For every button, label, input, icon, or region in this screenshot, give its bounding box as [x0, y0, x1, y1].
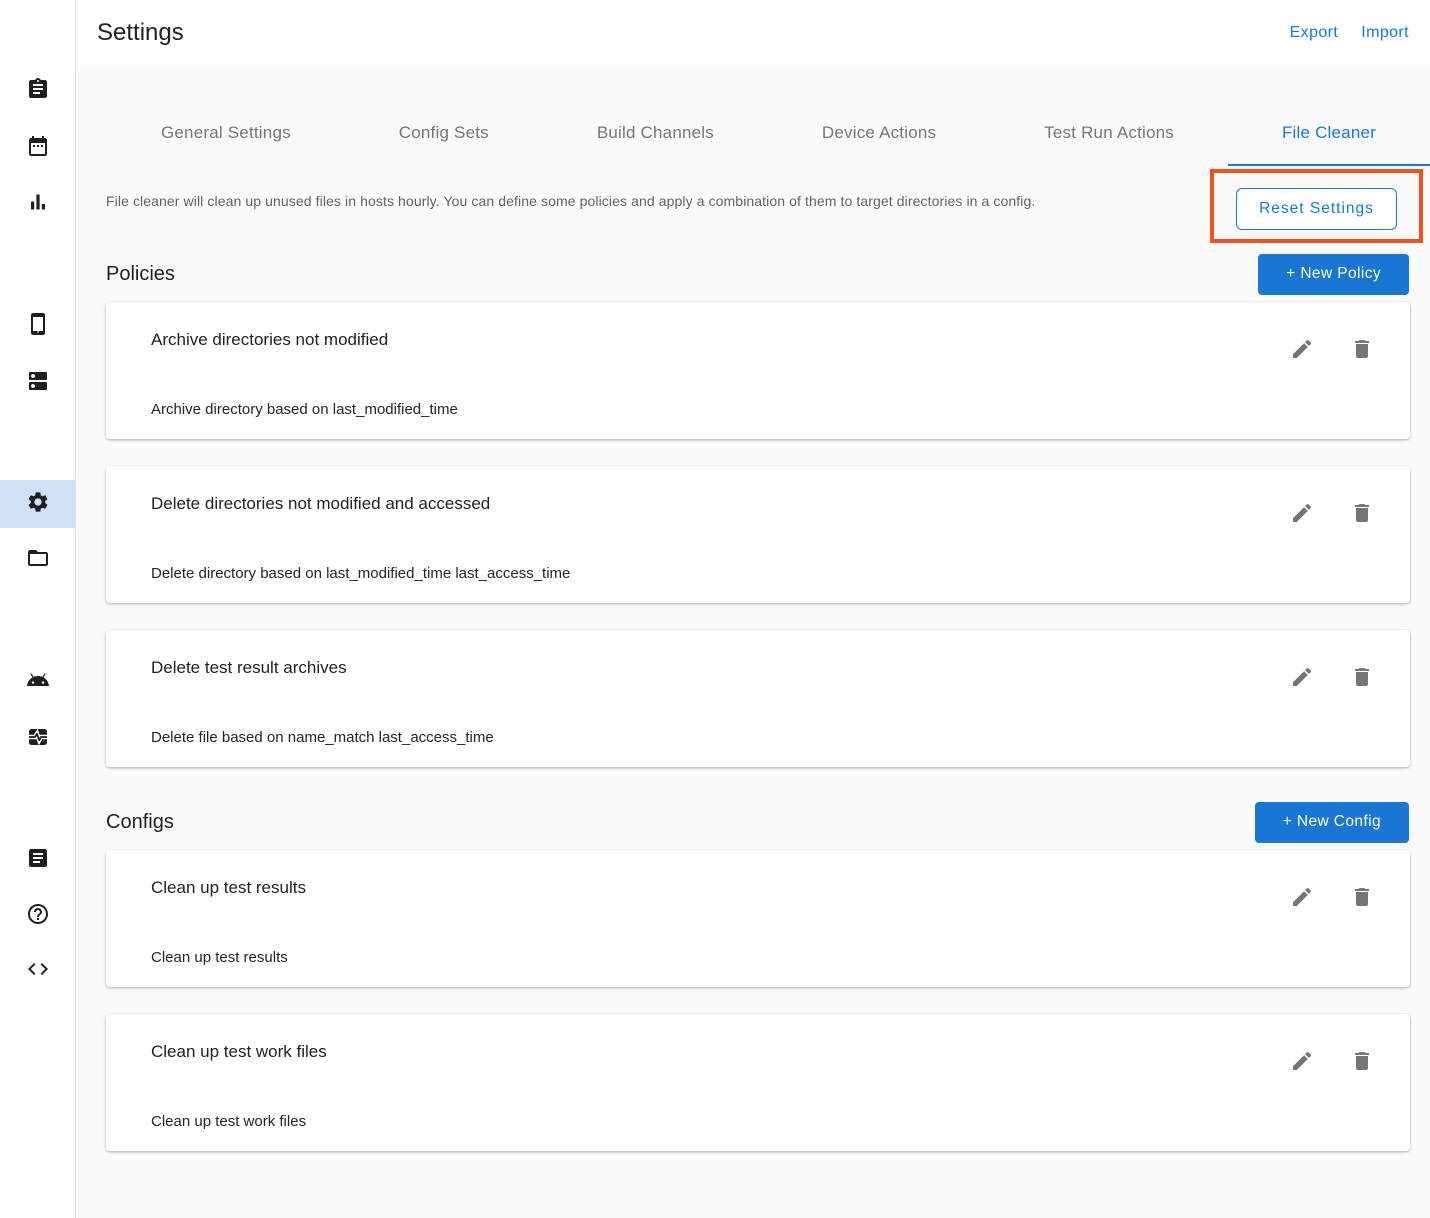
- item-card-description: Delete file based on name_match last_acc…: [151, 729, 494, 746]
- pencil-icon: [1290, 677, 1314, 692]
- item-card-title: Clean up test results: [151, 878, 1365, 898]
- trash-icon: [1350, 897, 1374, 912]
- item-card-actions: [1290, 501, 1374, 525]
- item-card-description: Archive directory based on last_modified…: [151, 401, 458, 418]
- delete-button[interactable]: [1350, 501, 1374, 525]
- edit-button[interactable]: [1290, 1049, 1314, 1073]
- policy-card-list: Archive directories not modified Archive…: [76, 302, 1430, 767]
- code-icon: [26, 957, 50, 986]
- edit-button[interactable]: [1290, 501, 1314, 525]
- tab[interactable]: File Cleaner: [1228, 66, 1430, 166]
- sidebar-item-reports[interactable]: [0, 180, 75, 228]
- page-header: Settings Export Import: [76, 0, 1430, 66]
- item-card-actions: [1290, 665, 1374, 689]
- item-card-description: Clean up test results: [151, 949, 288, 966]
- host-pulse-icon: [26, 725, 50, 754]
- pencil-icon: [1290, 897, 1314, 912]
- tab[interactable]: Build Channels: [543, 66, 768, 166]
- settings-content: General Settings Config Sets Build Chann…: [76, 66, 1430, 1218]
- new-config-button[interactable]: + New Config: [1255, 802, 1409, 843]
- sidebar-item-devices[interactable]: [0, 302, 75, 350]
- import-link[interactable]: Import: [1361, 24, 1409, 42]
- article-icon: [26, 846, 50, 875]
- pencil-icon: [1290, 513, 1314, 528]
- item-card-description: Delete directory based on last_modified_…: [151, 565, 570, 582]
- reset-settings-button[interactable]: Reset Settings: [1236, 188, 1397, 230]
- help-icon: [26, 902, 50, 931]
- item-card-actions: [1290, 1049, 1374, 1073]
- sidebar-item-docs[interactable]: [0, 836, 75, 884]
- main-area: Settings Export Import General Settings …: [76, 0, 1430, 1218]
- item-card: Archive directories not modified Archive…: [106, 302, 1410, 439]
- trash-icon: [1350, 513, 1374, 528]
- sidebar-item-android[interactable]: [0, 657, 75, 705]
- configs-title: Configs: [106, 811, 174, 834]
- edit-button[interactable]: [1290, 885, 1314, 909]
- file-cleaner-description-row: File cleaner will clean up unused files …: [76, 166, 1430, 246]
- edit-button[interactable]: [1290, 665, 1314, 689]
- calendar-icon: [26, 134, 50, 163]
- item-card-title: Delete test result archives: [151, 658, 1365, 678]
- sidebar-item-help[interactable]: [0, 892, 75, 940]
- item-card-title: Archive directories not modified: [151, 330, 1365, 350]
- delete-button[interactable]: [1350, 665, 1374, 689]
- smartphone-icon: [26, 312, 50, 341]
- sidebar-item-api[interactable]: [0, 947, 75, 995]
- item-card-title: Delete directories not modified and acce…: [151, 494, 1365, 514]
- sidebar-item-tests[interactable]: [0, 67, 75, 115]
- new-policy-button[interactable]: + New Policy: [1258, 254, 1409, 295]
- tab[interactable]: Device Actions: [768, 66, 990, 166]
- sidebar-item-hosts[interactable]: [0, 359, 75, 407]
- annotation-highlight-box: Reset Settings: [1210, 169, 1423, 243]
- page-title: Settings: [97, 19, 1267, 47]
- item-card-title: Clean up test work files: [151, 1042, 1365, 1062]
- configs-section-header: Configs + New Config: [76, 794, 1430, 850]
- item-card-description: Clean up test work files: [151, 1113, 306, 1130]
- delete-button[interactable]: [1350, 337, 1374, 361]
- trash-icon: [1350, 677, 1374, 692]
- delete-button[interactable]: [1350, 885, 1374, 909]
- sidebar-nav: [0, 0, 76, 1218]
- policies-section-header: Policies + New Policy: [76, 246, 1430, 302]
- item-card: Clean up test work files Clean up test w…: [106, 1014, 1410, 1151]
- edit-button[interactable]: [1290, 337, 1314, 361]
- item-card: Delete test result archives Delete file …: [106, 630, 1410, 767]
- item-card-actions: [1290, 885, 1374, 909]
- sidebar-item-settings[interactable]: [0, 480, 75, 528]
- bar-chart-icon: [26, 190, 50, 219]
- pencil-icon: [1290, 1061, 1314, 1076]
- trash-icon: [1350, 349, 1374, 364]
- export-link[interactable]: Export: [1290, 24, 1339, 42]
- item-card: Delete directories not modified and acce…: [106, 466, 1410, 603]
- item-card: Clean up test results Clean up test resu…: [106, 850, 1410, 987]
- trash-icon: [1350, 1061, 1374, 1076]
- delete-button[interactable]: [1350, 1049, 1374, 1073]
- tab[interactable]: General Settings: [107, 66, 345, 166]
- sidebar-item-plans[interactable]: [0, 124, 75, 172]
- tab[interactable]: Test Run Actions: [990, 66, 1228, 166]
- tab[interactable]: Config Sets: [345, 66, 543, 166]
- policies-title: Policies: [106, 263, 175, 286]
- settings-tab-bar: General Settings Config Sets Build Chann…: [76, 66, 1430, 166]
- sidebar-item-files[interactable]: [0, 536, 75, 584]
- pencil-icon: [1290, 349, 1314, 364]
- clipboard-icon: [26, 77, 50, 106]
- android-icon: [26, 667, 50, 696]
- sidebar-item-monitoring[interactable]: [0, 715, 75, 763]
- file-cleaner-description: File cleaner will clean up unused files …: [106, 193, 1035, 209]
- settings-gear-icon: [26, 490, 50, 519]
- config-card-list: Clean up test results Clean up test resu…: [76, 850, 1430, 1151]
- storage-icon: [26, 369, 50, 398]
- app-window: Settings Export Import General Settings …: [0, 0, 1430, 1218]
- item-card-actions: [1290, 337, 1374, 361]
- folder-icon: [26, 546, 50, 575]
